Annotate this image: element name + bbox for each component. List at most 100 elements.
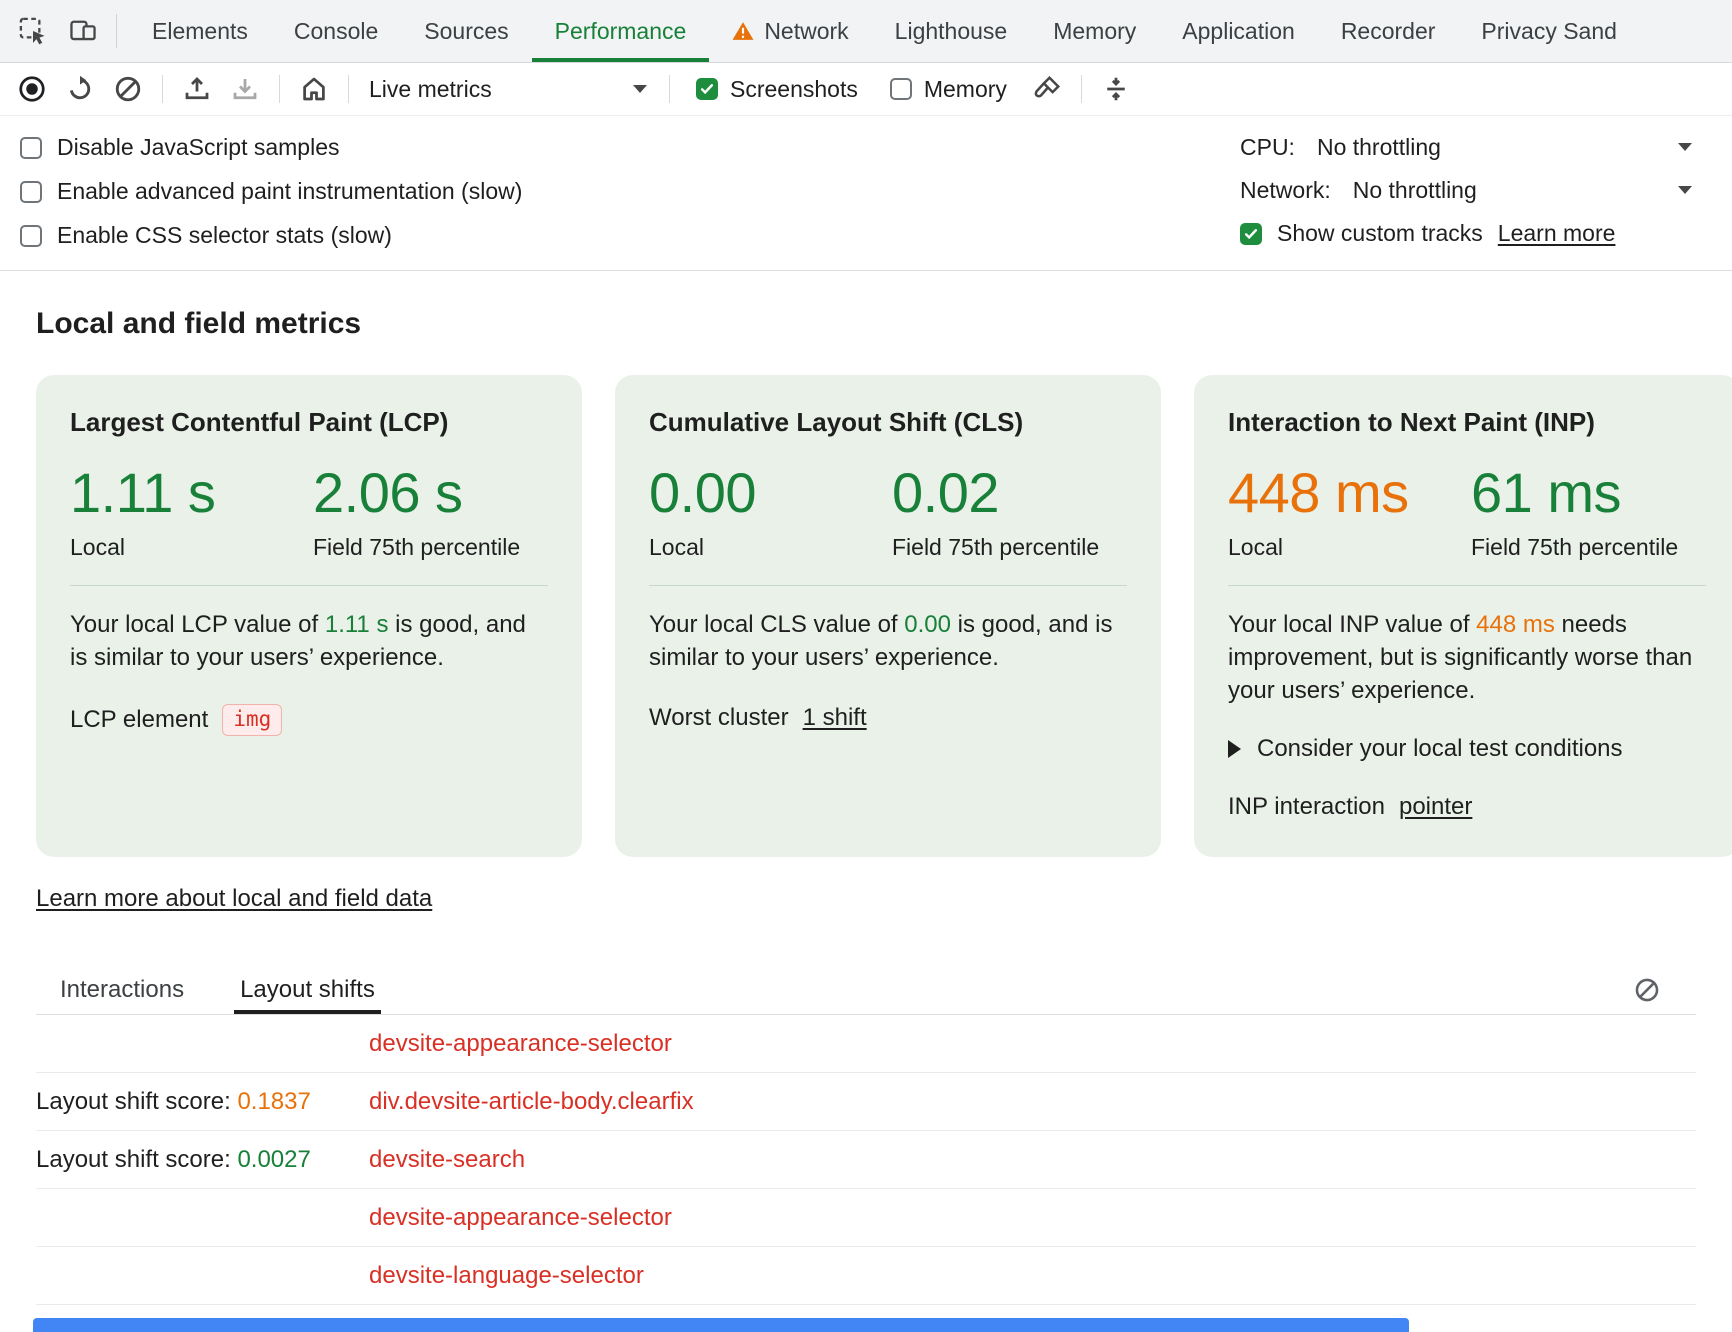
- metric-cards: Largest Contentful Paint (LCP) 1.11 s Lo…: [36, 375, 1696, 857]
- network-label: Network:: [1240, 177, 1331, 204]
- lcp-element-badge[interactable]: img: [222, 704, 282, 736]
- memory-checkbox[interactable]: Memory: [890, 76, 1007, 103]
- inp-interaction-link[interactable]: pointer: [1399, 793, 1472, 821]
- table-row[interactable]: Layout shift score: 0.0027 devsite-searc…: [36, 1131, 1696, 1189]
- card-title: Largest Contentful Paint (LCP): [70, 407, 548, 438]
- table-row[interactable]: Layout shift score: 0.1837 div.devsite-a…: [36, 1073, 1696, 1131]
- tab-sources[interactable]: Sources: [401, 0, 531, 62]
- element-link[interactable]: devsite-search: [369, 1146, 525, 1174]
- tab-network[interactable]: Network: [709, 0, 871, 62]
- tab-console[interactable]: Console: [271, 0, 401, 62]
- screenshots-checkbox[interactable]: Screenshots: [696, 76, 858, 103]
- record-button[interactable]: [10, 67, 54, 111]
- cls-local-value: 0.00: [649, 464, 892, 523]
- cpu-throttle-select[interactable]: CPU: No throttling: [1240, 134, 1692, 160]
- element-link[interactable]: devsite-appearance-selector: [369, 1204, 672, 1232]
- view-mode-select[interactable]: Live metrics: [359, 69, 659, 109]
- worst-cluster-link[interactable]: 1 shift: [803, 704, 867, 732]
- cls-field-value: 0.02: [892, 464, 1127, 523]
- checkbox-unchecked-icon: [20, 225, 42, 247]
- block-icon: [113, 74, 143, 104]
- tab-layout-shifts[interactable]: Layout shifts: [234, 965, 381, 1014]
- capture-settings-panel: Disable JavaScript samples Enable advanc…: [0, 116, 1732, 271]
- test-conditions-disclosure[interactable]: Consider your local test conditions: [1228, 735, 1706, 763]
- metric-description: Your local LCP value of 1.11 s is good, …: [70, 608, 548, 674]
- metric-description: Your local CLS value of 0.00 is good, an…: [649, 608, 1127, 674]
- tab-privacy-sandbox[interactable]: Privacy Sand: [1458, 0, 1640, 62]
- collapse-tracks-button[interactable]: [1094, 67, 1138, 111]
- tab-application[interactable]: Application: [1159, 0, 1318, 62]
- inspect-icon: [18, 16, 48, 46]
- tab-label: Memory: [1053, 18, 1136, 45]
- score-value: 0.0027: [237, 1146, 310, 1173]
- divider: [1228, 585, 1706, 586]
- checkbox-unchecked-icon: [20, 137, 42, 159]
- local-field-learn-more-link[interactable]: Learn more about local and field data: [36, 885, 432, 913]
- checkbox-checked-icon[interactable]: [1240, 223, 1262, 245]
- performance-toolbar: Live metrics Screenshots Memory: [0, 63, 1732, 116]
- home-button[interactable]: [292, 67, 336, 111]
- table-row[interactable]: devsite-appearance-selector: [36, 1189, 1696, 1247]
- layout-shift-rows: devsite-appearance-selector Layout shift…: [36, 1015, 1696, 1332]
- lcp-local-value: 1.11 s: [70, 464, 313, 523]
- tab-interactions[interactable]: Interactions: [54, 965, 190, 1014]
- card-title: Cumulative Layout Shift (CLS): [649, 407, 1127, 438]
- logs-section: Interactions Layout shifts devsite-appea…: [36, 965, 1696, 1332]
- tab-label: Elements: [152, 18, 248, 45]
- device-toolbar-button[interactable]: [60, 8, 106, 54]
- screenshots-label: Screenshots: [730, 76, 858, 103]
- view-mode-label: Live metrics: [369, 76, 492, 103]
- horizontal-scrollbar-thumb[interactable]: [33, 1318, 1409, 1332]
- clear-log-button[interactable]: [1624, 967, 1670, 1013]
- metric-values: 0.00 Local 0.02 Field 75th percentile: [649, 464, 1127, 563]
- metric-values: 1.11 s Local 2.06 s Field 75th percentil…: [70, 464, 548, 563]
- home-icon: [299, 74, 329, 104]
- save-profile-button[interactable]: [223, 67, 267, 111]
- element-link[interactable]: devsite-appearance-selector: [369, 1030, 672, 1058]
- field-label: Field 75th percentile: [313, 533, 548, 563]
- garbage-collect-button[interactable]: [1025, 67, 1069, 111]
- tab-label: Privacy Sand: [1481, 18, 1617, 45]
- checkbox-unchecked-icon: [890, 78, 912, 100]
- network-throttle-select[interactable]: Network: No throttling: [1240, 177, 1692, 203]
- local-label: Local: [649, 533, 892, 563]
- card-title: Interaction to Next Paint (INP): [1228, 407, 1706, 438]
- clear-button[interactable]: [106, 67, 150, 111]
- desc-text: Your local CLS value of: [649, 611, 904, 638]
- tab-memory[interactable]: Memory: [1030, 0, 1159, 62]
- table-row[interactable]: devsite-appearance-selector: [36, 1015, 1696, 1073]
- tab-elements[interactable]: Elements: [129, 0, 271, 62]
- reload-and-record-button[interactable]: [58, 67, 102, 111]
- inspect-element-button[interactable]: [10, 8, 56, 54]
- tab-label: Application: [1182, 18, 1295, 45]
- lcp-element-row: LCP element img: [70, 704, 548, 736]
- desc-value: 448 ms: [1476, 611, 1555, 638]
- worst-cluster-row: Worst cluster 1 shift: [649, 704, 1127, 732]
- custom-tracks-learn-more-link[interactable]: Learn more: [1498, 220, 1616, 247]
- show-custom-tracks-row: Show custom tracks Learn more: [1240, 220, 1692, 247]
- field-label: Field 75th percentile: [892, 533, 1127, 563]
- tab-recorder[interactable]: Recorder: [1318, 0, 1459, 62]
- element-link[interactable]: div.devsite-article-body.clearfix: [369, 1088, 694, 1116]
- cpu-label: CPU:: [1240, 134, 1295, 161]
- tabbar-left-controls: [0, 0, 129, 62]
- score-label: Layout shift score:: [36, 1146, 237, 1173]
- footer-label: Worst cluster: [649, 704, 789, 732]
- tab-performance[interactable]: Performance: [532, 0, 710, 62]
- divider: [348, 75, 349, 103]
- table-row[interactable]: devsite-language-selector: [36, 1247, 1696, 1305]
- tab-lighthouse[interactable]: Lighthouse: [872, 0, 1031, 62]
- devtools-window: Elements Console Sources Performance Net…: [0, 0, 1732, 1332]
- score-label: Layout shift score:: [36, 1088, 237, 1115]
- record-icon: [17, 74, 47, 104]
- desc-text: Your local LCP value of: [70, 611, 325, 638]
- metric-card-inp: Interaction to Next Paint (INP) 448 ms L…: [1194, 375, 1732, 857]
- score-value: 0.1837: [237, 1088, 310, 1115]
- divider: [70, 585, 548, 586]
- option-label: Disable JavaScript samples: [57, 134, 340, 161]
- load-profile-button[interactable]: [175, 67, 219, 111]
- lcp-field-value: 2.06 s: [313, 464, 548, 523]
- element-link[interactable]: devsite-language-selector: [369, 1262, 644, 1290]
- divider: [669, 75, 670, 103]
- brush-icon: [1032, 74, 1062, 104]
